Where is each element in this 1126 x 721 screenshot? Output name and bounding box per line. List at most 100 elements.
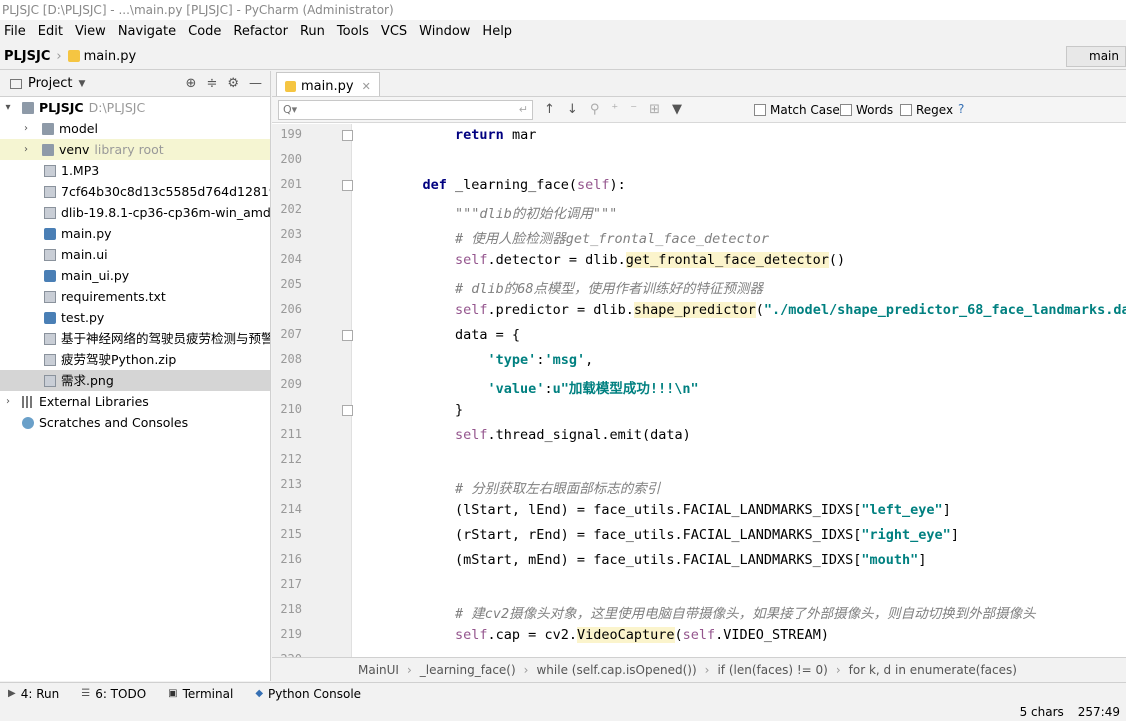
code-line[interactable]: 203 # 使用人脸检测器get_frontal_face_detector bbox=[272, 224, 1126, 249]
tool-window-terminal[interactable]: ▣ Terminal bbox=[168, 687, 233, 701]
tab-main-py[interactable]: main.py ✕ bbox=[276, 72, 380, 96]
tool-window-todo[interactable]: ☰ 6: TODO bbox=[81, 687, 146, 701]
filter-icon[interactable]: ▼ bbox=[672, 102, 682, 117]
search-input[interactable]: Q▾ ↵ bbox=[278, 100, 533, 120]
code-line[interactable]: 205 # dlib的68点模型，使用作者训练好的特征预测器 bbox=[272, 274, 1126, 299]
chevron-right-icon[interactable]: › bbox=[20, 139, 32, 160]
tree-item[interactable]: 疲劳驾驶Python.zip bbox=[0, 349, 270, 370]
hide-panel-icon[interactable]: — bbox=[249, 76, 262, 91]
tree-item[interactable]: › model bbox=[0, 118, 270, 139]
close-icon[interactable]: ✕ bbox=[362, 80, 371, 93]
menu-help[interactable]: Help bbox=[482, 24, 512, 39]
breadcrumb-item[interactable]: if (len(faces) != 0) bbox=[717, 663, 827, 677]
chevron-down-icon[interactable]: ▼ bbox=[78, 79, 85, 89]
tree-item[interactable]: main_ui.py bbox=[0, 265, 270, 286]
menu-code[interactable]: Code bbox=[188, 24, 221, 39]
code-line[interactable]: 206 self.predictor = dlib.shape_predicto… bbox=[272, 299, 1126, 324]
code-line[interactable]: 211 self.thread_signal.emit(data) bbox=[272, 424, 1126, 449]
words-checkbox[interactable] bbox=[840, 104, 852, 116]
breadcrumb-item[interactable]: while (self.cap.isOpened()) bbox=[536, 663, 696, 677]
code-line[interactable]: 202 """dlib的初始化调用""" bbox=[272, 199, 1126, 224]
chevron-right-icon: › bbox=[56, 48, 62, 64]
code-line[interactable]: 210 } bbox=[272, 399, 1126, 424]
fold-icon[interactable] bbox=[342, 405, 353, 416]
code-line[interactable]: 213 # 分别获取左右眼面部标志的索引 bbox=[272, 474, 1126, 499]
menu-view[interactable]: View bbox=[75, 24, 106, 39]
code-area[interactable]: 199 return mar 200 201 def _learning_face(… bbox=[272, 124, 1126, 657]
tool-window-label: Terminal bbox=[182, 686, 234, 701]
menu-edit[interactable]: Edit bbox=[38, 24, 63, 39]
file-icon bbox=[44, 291, 56, 303]
find-all-icon[interactable]: ⚲ bbox=[590, 102, 600, 117]
gear-icon[interactable]: ⚙ bbox=[227, 76, 239, 91]
tree-item-label: main.py bbox=[61, 226, 112, 241]
tree-item[interactable]: 7cf64b30c8d13c5585d764d12819c53 bbox=[0, 181, 270, 202]
tree-item[interactable]: › External Libraries bbox=[0, 391, 270, 412]
code-line[interactable]: 201 def _learning_face(self): bbox=[272, 174, 1126, 199]
breadcrumb-item[interactable]: MainUI bbox=[358, 663, 399, 677]
code-line[interactable]: 214 (lStart, lEnd) = face_utils.FACIAL_L… bbox=[272, 499, 1126, 524]
fold-icon[interactable] bbox=[342, 130, 353, 141]
tree-item[interactable]: ▾ PLJSJC D:\PLJSJC bbox=[0, 97, 270, 118]
breadcrumb-item[interactable]: _learning_face() bbox=[420, 663, 516, 677]
remove-occurrence-icon[interactable]: ⁻ bbox=[630, 102, 637, 117]
menu-file[interactable]: File bbox=[4, 24, 26, 39]
nav-file[interactable]: main.py bbox=[84, 49, 137, 64]
menu-window[interactable]: Window bbox=[419, 24, 470, 39]
code-line[interactable]: 216 (mStart, mEnd) = face_utils.FACIAL_L… bbox=[272, 549, 1126, 574]
menu-tools[interactable]: Tools bbox=[337, 24, 369, 39]
code-line[interactable]: 219 self.cap = cv2.VideoCapture(self.VID… bbox=[272, 624, 1126, 649]
tool-window-python-console[interactable]: ◆ Python Console bbox=[255, 687, 361, 701]
code-line[interactable]: 204 self.detector = dlib.get_frontal_fac… bbox=[272, 249, 1126, 274]
tree-item[interactable]: dlib-19.8.1-cp36-cp36m-win_amd64.w bbox=[0, 202, 270, 223]
breadcrumb-item[interactable]: for k, d in enumerate(faces) bbox=[849, 663, 1017, 677]
code-text: 'type':'msg', bbox=[487, 352, 594, 368]
tree-item[interactable]: 基于神经网络的驾驶员疲劳检测与预警系 bbox=[0, 328, 270, 349]
tree-item[interactable]: Scratches and Consoles bbox=[0, 412, 270, 433]
arrow-down-icon[interactable]: ↓ bbox=[567, 102, 578, 117]
locate-file-icon[interactable]: ⊕ bbox=[186, 76, 197, 91]
code-line[interactable]: 215 (rStart, rEnd) = face_utils.FACIAL_L… bbox=[272, 524, 1126, 549]
menu-refactor[interactable]: Refactor bbox=[233, 24, 288, 39]
code-line[interactable]: 208 'type':'msg', bbox=[272, 349, 1126, 374]
match-case-checkbox[interactable] bbox=[754, 104, 766, 116]
select-all-occurrences-icon[interactable]: ⊞ bbox=[649, 102, 660, 117]
chevron-down-icon[interactable]: ▾ bbox=[2, 97, 14, 118]
add-occurrence-icon[interactable]: ⁺ bbox=[611, 102, 618, 117]
tree-item[interactable]: main.py bbox=[0, 223, 270, 244]
code-line[interactable]: 200 bbox=[272, 149, 1126, 174]
collapse-all-icon[interactable]: ≑ bbox=[206, 76, 217, 91]
run-config-selector[interactable]: main bbox=[1066, 46, 1126, 67]
code-line[interactable]: 199 return mar bbox=[272, 124, 1126, 149]
code-line[interactable]: 212 bbox=[272, 449, 1126, 474]
code-line[interactable]: 209 'value':u"加载模型成功!!!\n" bbox=[272, 374, 1126, 399]
chevron-right-icon[interactable]: › bbox=[20, 118, 32, 139]
tree-item[interactable]: 1.MP3 bbox=[0, 160, 270, 181]
fold-icon[interactable] bbox=[342, 180, 353, 191]
line-number: 213 bbox=[280, 477, 302, 491]
tree-item[interactable]: main.ui bbox=[0, 244, 270, 265]
project-view-selector[interactable]: Project bbox=[28, 76, 72, 91]
help-icon[interactable]: ? bbox=[958, 102, 964, 116]
menu-run[interactable]: Run bbox=[300, 24, 325, 39]
tool-window-run[interactable]: ▶ 4: Run bbox=[8, 687, 59, 701]
menu-vcs[interactable]: VCS bbox=[381, 24, 407, 39]
tree-item[interactable]: › venv library root bbox=[0, 139, 270, 160]
menu-navigate[interactable]: Navigate bbox=[118, 24, 176, 39]
regex-checkbox[interactable] bbox=[900, 104, 912, 116]
code-line[interactable]: 220 bbox=[272, 649, 1126, 657]
code-line[interactable]: 217 bbox=[272, 574, 1126, 599]
tree-item[interactable]: test.py bbox=[0, 307, 270, 328]
chevron-right-icon[interactable]: › bbox=[2, 391, 14, 412]
code-line[interactable]: 218 # 建cv2摄像头对象，这里使用电脑自带摄像头，如果接了外部摄像头，则自… bbox=[272, 599, 1126, 624]
match-case-option[interactable]: Match Case bbox=[754, 103, 840, 117]
words-option[interactable]: Words bbox=[840, 103, 893, 117]
regex-option[interactable]: Regex bbox=[900, 103, 953, 117]
arrow-up-icon[interactable]: ↑ bbox=[544, 102, 555, 117]
tree-item[interactable]: requirements.txt bbox=[0, 286, 270, 307]
tree-item[interactable]: 需求.png bbox=[0, 370, 270, 391]
fold-icon[interactable] bbox=[342, 330, 353, 341]
caret-position[interactable]: 257:49 bbox=[1078, 705, 1120, 719]
nav-project[interactable]: PLJSJC bbox=[4, 49, 50, 64]
code-line[interactable]: 207 data = { bbox=[272, 324, 1126, 349]
